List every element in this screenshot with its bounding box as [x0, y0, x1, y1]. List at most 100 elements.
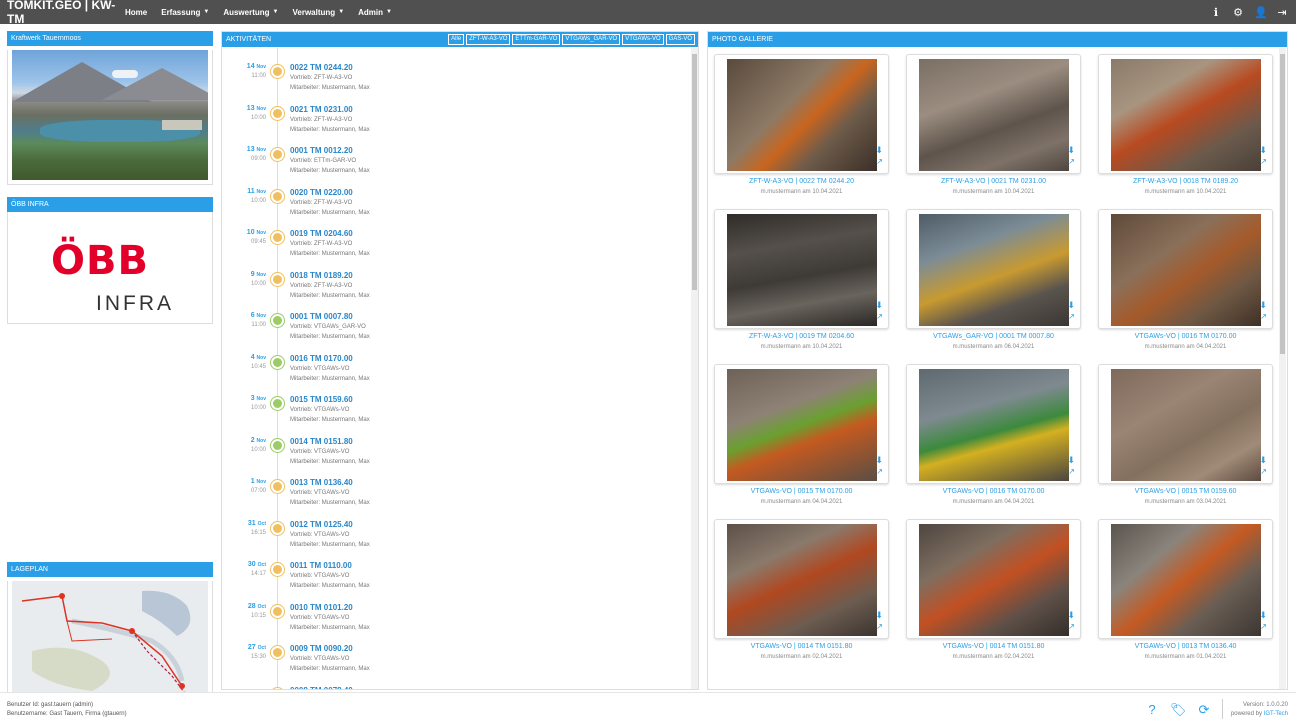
gallery-photo[interactable]: [727, 214, 877, 326]
filter-gas-vo[interactable]: GAS-VO: [665, 34, 695, 45]
gallery-caption-link[interactable]: VTGAWs-VO | 0016 TM 0170.00: [1098, 333, 1273, 340]
entry-title-link[interactable]: 0011 TM 0110.00: [290, 561, 352, 570]
filter-ettm-gar-vo[interactable]: ETTm-GAR-VO: [512, 34, 561, 45]
menu-item-erfassung[interactable]: Erfassung ▼: [156, 8, 214, 17]
external-link-icon[interactable]: ↗: [876, 622, 883, 631]
entry-title-link[interactable]: 0009 TM 0090.20: [290, 644, 353, 653]
gallery-caption-link[interactable]: VTGAWs_GAR-VO | 0001 TM 0007.80: [906, 333, 1081, 340]
menu-item-auswertung[interactable]: Auswertung ▼: [218, 8, 283, 17]
external-link-icon[interactable]: ↗: [1260, 157, 1267, 166]
gallery-caption-link[interactable]: VTGAWs-VO | 0015 TM 0159.60: [1098, 488, 1273, 495]
filter-vtgaws_gar-vo[interactable]: VTGAWs_GAR-VO: [562, 34, 621, 45]
gallery-photo[interactable]: [1111, 214, 1261, 326]
entry-title-link[interactable]: 0015 TM 0159.60: [290, 395, 353, 404]
external-link-icon[interactable]: ↗: [1260, 467, 1267, 476]
gallery-caption-link[interactable]: ZFT-W-A3-VO | 0022 TM 0244.20: [714, 178, 889, 185]
entry-details: Vortrieb: ZFT-W-A3-VO Mitarbeiter: Muster…: [290, 199, 370, 216]
entry-title-link[interactable]: 0022 TM 0244.20: [290, 63, 353, 72]
entry-title-link[interactable]: 0019 TM 0204.60: [290, 229, 353, 238]
info-icon[interactable]: ℹ: [1210, 6, 1222, 19]
download-icon[interactable]: ⬇: [1259, 145, 1267, 156]
lageplan-map[interactable]: [12, 581, 208, 705]
entry-title-link[interactable]: 0001 TM 0012.20: [290, 146, 353, 155]
entry-time: 15:30: [250, 654, 266, 660]
external-link-icon[interactable]: ↗: [1260, 622, 1267, 631]
menu-item-verwaltung[interactable]: Verwaltung ▼: [288, 8, 350, 17]
entry-title-link[interactable]: 0010 TM 0101.20: [290, 603, 353, 612]
gallery-caption-link[interactable]: VTGAWs-VO | 0015 TM 0170.00: [714, 488, 889, 495]
gallery-photo[interactable]: [727, 524, 877, 636]
download-icon[interactable]: ⬇: [875, 610, 883, 621]
entry-title-link[interactable]: 0021 TM 0231.00: [290, 105, 353, 114]
filter-vtgaws-vo[interactable]: VTGAWs-VO: [622, 34, 664, 45]
activities-panel: AKTIVITÄTEN Alle ZFT-W-A3-VO ETTm-GAR-VO VT…: [221, 31, 699, 690]
gear-icon[interactable]: ⚙: [1232, 6, 1244, 19]
menu-item-admin[interactable]: Admin ▼: [353, 8, 397, 17]
gallery-caption-link[interactable]: ZFT-W-A3-VO | 0018 TM 0189.20: [1098, 178, 1273, 185]
activities-scrollbar[interactable]: [691, 48, 698, 689]
download-icon[interactable]: ⬇: [1259, 455, 1267, 466]
entry-title-link[interactable]: 0012 TM 0125.40: [290, 520, 353, 529]
timeline-entry: 31 Oct 16:15 0012 TM 0125.40 Vortrieb: VTGA…: [222, 520, 692, 561]
download-icon[interactable]: ⬇: [1259, 610, 1267, 621]
download-icon[interactable]: ⬇: [1259, 300, 1267, 311]
gallery-meta: m.mustermann am 03.04.2021: [1144, 499, 1227, 505]
filter-zft-w-a3-vo[interactable]: ZFT-W-A3-VO: [466, 34, 511, 45]
external-link-icon[interactable]: ↗: [1068, 157, 1075, 166]
entry-details: Vortrieb: VTGAWs_GAR-VO Mitarbeiter: Must…: [290, 324, 370, 340]
user-icon[interactable]: 👤: [1254, 6, 1268, 19]
gallery-photo[interactable]: [919, 524, 1069, 636]
external-link-icon[interactable]: ↗: [876, 467, 883, 476]
gallery-photo[interactable]: [1111, 59, 1261, 171]
gallery-caption-link[interactable]: VTGAWs-VO | 0014 TM 0151.80: [714, 643, 889, 650]
entry-title-link[interactable]: 0014 TM 0151.80: [290, 437, 353, 446]
gallery-photo[interactable]: [919, 59, 1069, 171]
help-icon[interactable]: ?: [1144, 702, 1160, 718]
entry-title-link[interactable]: 0013 TM 0136.40: [290, 478, 353, 487]
entry-details: Vortrieb: VTGAWs-VO Mitarbeiter: Musterma…: [290, 531, 370, 548]
download-icon[interactable]: ⬇: [1067, 300, 1075, 311]
gallery-item: ⬇ ↗ ZFT-W-A3-VO | 0019 TM 0204.60 m.musterm…: [714, 209, 889, 355]
entry-date: 6 Nov: [250, 312, 266, 319]
gallery-photo[interactable]: [1111, 369, 1261, 481]
gallery-photo[interactable]: [1111, 524, 1261, 636]
download-icon[interactable]: ⬇: [875, 455, 883, 466]
external-link-icon[interactable]: ↗: [1068, 622, 1075, 631]
download-icon[interactable]: ⬇: [875, 300, 883, 311]
brand-title[interactable]: TOMKIT.GEO | KW-TM: [0, 0, 120, 26]
timeline-entry: 27 Oct 15:30 0009 TM 0090.20 Vortrieb: VTGA…: [222, 644, 692, 685]
download-icon[interactable]: ⬇: [1067, 610, 1075, 621]
gallery-photo[interactable]: [919, 214, 1069, 326]
gallery-photo[interactable]: [919, 369, 1069, 481]
gallery-item: ⬇ ↗ VTGAWs_GAR-VO | 0001 TM 0007.80 m.muste…: [906, 209, 1081, 355]
entry-date: 9 Nov: [250, 270, 266, 278]
external-link-icon[interactable]: ↗: [1260, 312, 1267, 321]
gallery-photo[interactable]: [727, 59, 877, 171]
entry-title-link[interactable]: 0016 TM 0170.00: [290, 354, 353, 363]
gallery-caption-link[interactable]: VTGAWs-VO | 0014 TM 0151.80: [906, 643, 1081, 650]
download-icon[interactable]: ⬇: [875, 145, 883, 156]
download-icon[interactable]: ⬇: [1067, 455, 1075, 466]
gallery-caption-link[interactable]: ZFT-W-A3-VO | 0019 TM 0204.60: [714, 333, 889, 340]
entry-title-link[interactable]: 0020 TM 0220.00: [290, 188, 353, 197]
logout-icon[interactable]: ⇥: [1276, 6, 1288, 19]
entry-date: 28 Oct: [247, 602, 266, 610]
external-link-icon[interactable]: ↗: [1068, 467, 1075, 476]
filter-alle[interactable]: Alle: [448, 34, 465, 45]
download-icon[interactable]: ⬇: [1067, 145, 1075, 156]
entry-title-link[interactable]: 0018 TM 0189.20: [290, 271, 353, 280]
gallery-caption-link[interactable]: VTGAWs-VO | 0013 TM 0136.40: [1098, 643, 1273, 650]
gallery-caption-link[interactable]: VTGAWs-VO | 0016 TM 0170.00: [906, 488, 1081, 495]
external-link-icon[interactable]: ↗: [1068, 312, 1075, 321]
menu-item-home[interactable]: Home: [120, 8, 152, 17]
powered-by-link[interactable]: IGT-Tech: [1264, 711, 1288, 717]
external-link-icon[interactable]: ↗: [876, 157, 883, 166]
entry-title-link[interactable]: 0001 TM 0007.80: [290, 312, 353, 321]
gallery-photo[interactable]: [727, 369, 877, 481]
gallery-scrollbar[interactable]: [1279, 48, 1286, 689]
refresh-icon[interactable]: ⟳: [1196, 702, 1212, 718]
external-link-icon[interactable]: ↗: [876, 312, 883, 321]
gallery-caption-link[interactable]: ZFT-W-A3-VO | 0021 TM 0231.00: [906, 178, 1081, 185]
tags-icon[interactable]: 🏷: [1170, 702, 1187, 718]
entry-title-link[interactable]: 0008 TM 0078.40: [290, 686, 353, 690]
